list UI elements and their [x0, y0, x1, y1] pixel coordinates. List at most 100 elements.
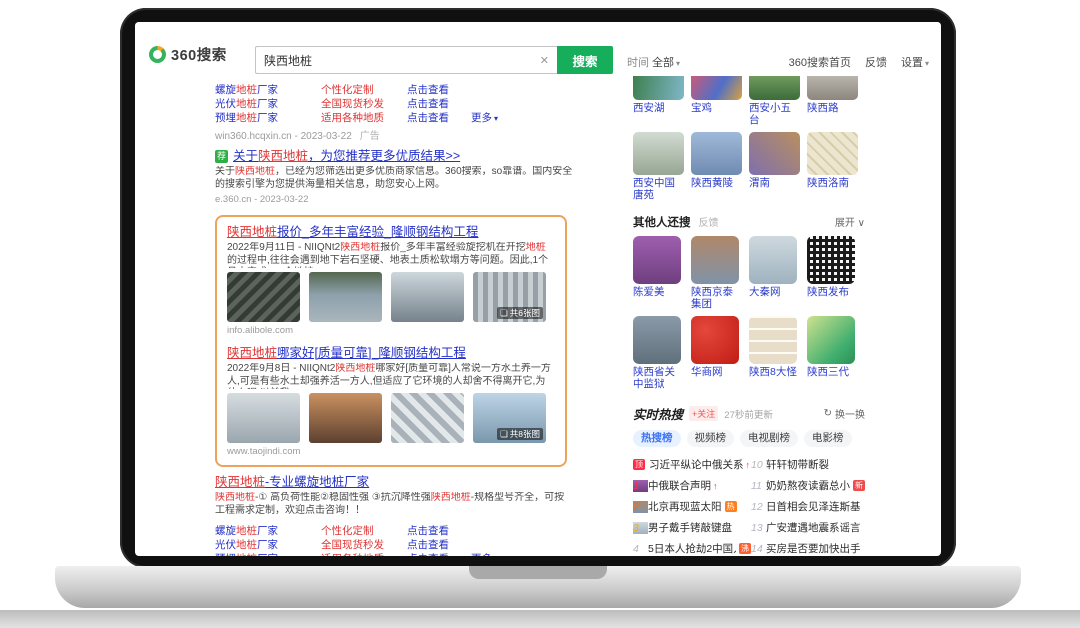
clear-icon[interactable]: ✕ [540, 54, 549, 67]
related-link[interactable]: 大秦网 [749, 286, 800, 298]
related-image[interactable] [633, 236, 681, 284]
hot-search-item[interactable]: 4 5日本人抢劫2中国人 沸 [633, 538, 751, 556]
related-cell: 陈爱美 [633, 236, 684, 310]
hot-search-item[interactable]: 10 轩轩韧带断裂 [751, 454, 865, 475]
related-link[interactable]: 陕西京泰集团 [691, 286, 742, 310]
result-title-link[interactable]: 陕西地桩-专业螺旋地桩厂家 [215, 475, 573, 490]
ad-action-link[interactable]: 点击查看 [407, 112, 465, 125]
place-image[interactable] [691, 76, 742, 100]
place-image[interactable] [749, 132, 800, 175]
place-image[interactable] [633, 132, 684, 175]
snippet-text: 关于 [215, 166, 235, 177]
ad-action-link[interactable]: 点击查看 [407, 98, 465, 111]
related-image[interactable] [691, 316, 739, 364]
ad-desc-link[interactable]: 适用各种地质 [321, 112, 407, 125]
hot-search-item[interactable]: 2 北京再现蓝太阳 热 [633, 496, 751, 517]
ad-desc-link[interactable]: 适用各种地质 [321, 553, 407, 556]
result-thumbnail[interactable] [227, 272, 300, 322]
place-image[interactable] [807, 76, 858, 100]
search-input[interactable]: 陕西地桩 ✕ [255, 46, 557, 74]
hot-tabs: 热搜榜 视频榜 电视剧榜 电影榜 [633, 430, 865, 447]
search-button[interactable]: 搜索 [557, 46, 613, 74]
place-link[interactable]: 西安小五台 [749, 102, 800, 126]
related-image[interactable] [633, 316, 681, 364]
place-link[interactable]: 陕西路 [807, 102, 858, 114]
place-link[interactable]: 渭南 [749, 177, 800, 189]
qr-code-image[interactable] [807, 236, 855, 284]
360-logo[interactable]: 360搜索 [149, 44, 227, 65]
related-link[interactable]: 华商网 [691, 366, 742, 378]
place-link[interactable]: 陕西洛南 [807, 177, 858, 189]
related-link[interactable]: 陕西省关中监狱 [633, 366, 684, 390]
tab-movie-list[interactable]: 电影榜 [804, 430, 852, 447]
result-thumbnail[interactable] [391, 272, 464, 322]
related-link[interactable]: 陕西发布 [807, 286, 858, 298]
result-thumbnail[interactable] [227, 393, 300, 443]
ad-keyword-link[interactable]: 预埋地桩厂家 [215, 553, 321, 556]
ad-keyword-link[interactable]: 螺旋地桩厂家 [215, 525, 321, 538]
result-title-link[interactable]: 荐关于陕西地桩，为您推荐更多优质结果>> [215, 149, 573, 164]
ad-keyword-link[interactable]: 光伏地桩厂家 [215, 98, 321, 111]
result-thumbnail[interactable] [309, 393, 382, 443]
ad-action-link[interactable]: 点击查看 [407, 525, 465, 538]
place-link[interactable]: 西安湖 [633, 102, 684, 114]
settings-dropdown[interactable]: 设置▾ [901, 54, 929, 70]
related-link[interactable]: 陕西三代 [807, 366, 858, 378]
hot-search-item[interactable]: 14 买房是否要加快出手 [751, 538, 865, 556]
tab-tv-list[interactable]: 电视剧榜 [740, 430, 798, 447]
time-filter-dropdown[interactable]: 时间全部▾ [627, 54, 680, 70]
tab-hot-list[interactable]: 热搜榜 [633, 430, 681, 447]
ad-action-link[interactable]: 点击查看 [407, 553, 465, 556]
expand-toggle[interactable]: 展开 ∨ [835, 214, 865, 229]
result-thumbnail[interactable]: ❏共6张图 [473, 272, 546, 322]
ad-more-link[interactable]: 更多▾ [471, 112, 498, 125]
result-title-link[interactable]: 陕西地桩哪家好[质量可靠]_隆顺钢结构工程 [227, 346, 555, 361]
place-image[interactable] [807, 132, 858, 175]
place-image[interactable] [633, 76, 684, 100]
ad-more-link[interactable]: 更多▾ [471, 553, 498, 556]
hot-search-item[interactable]: 3 男子戴手铐敲键盘 [633, 517, 751, 538]
ad-text: 厂家 [257, 84, 278, 96]
hot-search-item[interactable]: 13 广安遭遇地震系谣言 [751, 517, 865, 538]
result-thumbnail[interactable] [391, 393, 464, 443]
related-image[interactable] [691, 236, 739, 284]
hot-search-item[interactable]: 顶 习近平纵论中俄关系 ↑ [633, 454, 751, 475]
result-thumbnail[interactable] [309, 272, 382, 322]
place-image[interactable] [691, 132, 742, 175]
ad-keyword-link[interactable]: 螺旋地桩厂家 [215, 84, 321, 97]
hot-search-item[interactable]: 12 日首相会见泽连斯基 [751, 496, 865, 517]
related-link[interactable]: 陈爱美 [633, 286, 684, 298]
refresh-button[interactable]: ↻换一换 [824, 406, 865, 421]
place-link[interactable]: 西安中国唐苑 [633, 177, 684, 201]
hot-rank: 14 [751, 543, 766, 555]
result-title-link[interactable]: 陕西地桩报价_多年丰富经验_隆顺钢结构工程 [227, 225, 555, 240]
result-thumbnail[interactable]: ❏共8张图 [473, 393, 546, 443]
hot-search-item[interactable]: 11 奶奶熬夜读霸总小说 新 [751, 475, 865, 496]
related-feedback-link[interactable]: 反馈 [699, 214, 719, 229]
feedback-link[interactable]: 反馈 [865, 54, 887, 70]
place-link[interactable]: 宝鸡 [691, 102, 742, 114]
ad-desc-link[interactable]: 全国现货秒发 [321, 539, 407, 552]
ad-action-link[interactable]: 点击查看 [407, 539, 465, 552]
ad-action-link[interactable]: 点击查看 [407, 84, 465, 97]
ad-desc-link[interactable]: 个性化定制 [321, 525, 407, 538]
place-image[interactable] [749, 76, 800, 100]
place-link[interactable]: 陕西黄陵 [691, 177, 742, 189]
tab-video-list[interactable]: 视频榜 [687, 430, 735, 447]
home-link[interactable]: 360搜索首页 [789, 54, 851, 70]
related-link[interactable]: 陕西8大怪 [749, 366, 800, 378]
ad-desc-link[interactable]: 个性化定制 [321, 84, 407, 97]
related-image[interactable] [807, 316, 855, 364]
ad-keyword-link[interactable]: 光伏地桩厂家 [215, 539, 321, 552]
ad-text: 光伏 [215, 539, 236, 551]
follow-badge[interactable]: +关注 [689, 406, 718, 421]
related-image[interactable] [749, 316, 797, 364]
result-snippet: 关于陕西地桩，已经为您筛选出更多优质商家信息。360搜索，so靠谱。国内安全的搜… [215, 166, 573, 191]
chevron-down-icon: ∨ [858, 218, 865, 229]
ad-keyword-link[interactable]: 预埋地桩厂家 [215, 112, 321, 125]
ad-desc-link[interactable]: 全国现货秒发 [321, 98, 407, 111]
related-image[interactable] [749, 236, 797, 284]
image-cell: 陕西洛南 [807, 132, 858, 201]
related-cell: 陕西三代 [807, 316, 858, 390]
hot-search-item[interactable]: 1 中俄联合声明 ↑ [633, 475, 751, 496]
